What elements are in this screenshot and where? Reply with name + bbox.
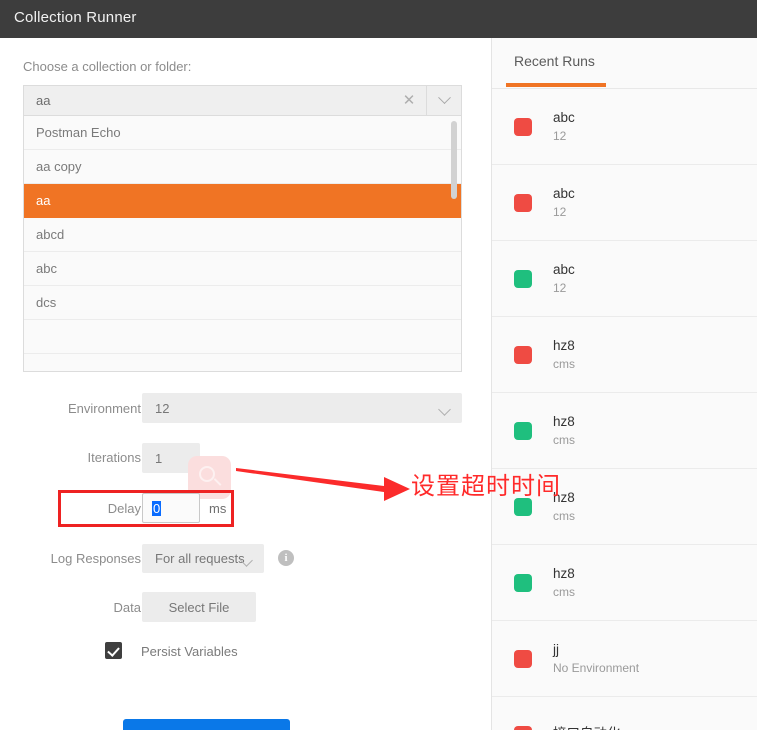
select-file-button[interactable]: Select File	[142, 592, 256, 622]
status-badge	[514, 649, 532, 668]
run-name: abc	[553, 109, 575, 125]
collection-select-input[interactable]: aa ✕	[23, 85, 462, 116]
log-responses-select[interactable]: For all requests	[142, 544, 264, 573]
run-environment: cms	[553, 432, 575, 447]
run-environment: 12	[553, 204, 567, 219]
run-info: hz8 cms	[553, 337, 575, 373]
annotation-text: 设置超时时间	[411, 472, 561, 500]
status-badge	[514, 193, 532, 212]
run-environment: 12	[553, 280, 567, 295]
persist-variables-label: Persist Variables	[141, 644, 238, 659]
collection-runner-window: Collection Runner Choose a collection or…	[0, 0, 757, 730]
list-item[interactable]: abc 12	[492, 89, 757, 165]
list-item[interactable]: Postman Echo	[24, 116, 461, 150]
annotation-arrow	[236, 468, 410, 501]
window-titlebar: Collection Runner	[0, 0, 757, 38]
environment-value: 12	[155, 400, 170, 416]
chevron-down-icon	[240, 553, 253, 568]
run-info: abc 12	[553, 185, 575, 221]
annotation-highlight-box	[58, 490, 234, 527]
environment-select[interactable]: 12	[142, 393, 462, 423]
iterations-value: 1	[155, 450, 163, 466]
collection-dropdown-list[interactable]: Postman Echo aa copy aa abcd abc dcs	[23, 116, 462, 372]
log-responses-label: Log Responses	[50, 551, 141, 566]
status-badge	[514, 269, 532, 288]
list-item[interactable]: abcd	[24, 218, 461, 252]
list-item[interactable]: abc 12	[492, 165, 757, 241]
run-name: hz8	[553, 337, 575, 353]
run-environment: cms	[553, 584, 575, 599]
run-environment: cms	[553, 508, 575, 523]
start-run-button[interactable]: Start Run	[123, 719, 290, 730]
status-badge	[514, 573, 532, 592]
runner-config-pane: Choose a collection or folder: aa ✕ Post…	[0, 38, 491, 730]
persist-variables-checkbox[interactable]	[105, 642, 122, 659]
dropdown-scrollbar-thumb[interactable]	[451, 121, 457, 199]
run-name: abc	[553, 185, 575, 201]
list-item[interactable]: hz8 cms	[492, 545, 757, 621]
run-info: hz8 cms	[553, 413, 575, 449]
list-item[interactable]: jj No Environment	[492, 621, 757, 697]
run-name: jj	[553, 641, 559, 657]
info-icon[interactable]: i	[278, 550, 294, 566]
list-item[interactable]: hz8 cms	[492, 317, 757, 393]
status-badge	[514, 345, 532, 364]
list-item[interactable]: 接口自动化	[492, 697, 757, 730]
run-name: abc	[553, 261, 575, 277]
iterations-label: Iterations	[87, 450, 141, 465]
data-label: Data	[113, 600, 141, 615]
recent-runs-tabbar: Recent Runs	[492, 38, 757, 89]
list-item[interactable]: aa copy	[24, 150, 461, 184]
log-responses-value: For all requests	[155, 551, 245, 566]
run-info: jj No Environment	[553, 641, 639, 677]
list-item-partial[interactable]	[24, 320, 461, 354]
list-item[interactable]: dcs	[24, 286, 461, 320]
list-item[interactable]: abc 12	[492, 241, 757, 317]
run-name: hz8	[553, 565, 575, 581]
run-info: 接口自动化	[553, 725, 621, 730]
choose-collection-label: Choose a collection or folder:	[23, 59, 192, 74]
chevron-down-icon	[438, 402, 451, 417]
tab-active-underline	[506, 83, 606, 87]
list-item[interactable]: hz8 cms	[492, 393, 757, 469]
run-info: abc 12	[553, 261, 575, 297]
tab-recent-runs[interactable]: Recent Runs	[514, 53, 595, 69]
run-environment: No Environment	[553, 660, 640, 675]
environment-label: Environment	[68, 401, 141, 416]
status-badge	[514, 725, 532, 730]
run-info: abc 12	[553, 109, 575, 145]
collection-select-value[interactable]: aa	[24, 93, 392, 108]
run-info: hz8 cms	[553, 565, 575, 601]
list-item[interactable]: abc	[24, 252, 461, 286]
recent-runs-pane: Recent Runs abc 12 abc 12 abc 12 hz8 cms hz8 cms h…	[491, 38, 757, 730]
recent-runs-list: abc 12 abc 12 abc 12 hz8 cms hz8 cms hz8 cms hz8 cms j…	[492, 89, 757, 730]
status-badge	[514, 421, 532, 440]
run-environment: 12	[553, 128, 567, 143]
list-item-selected[interactable]: aa	[24, 184, 461, 218]
run-environment: cms	[553, 356, 575, 371]
status-badge	[514, 117, 532, 136]
page-title: Collection Runner	[14, 9, 137, 26]
run-name: 接口自动化	[553, 725, 621, 730]
chevron-down-icon[interactable]	[427, 91, 461, 105]
clear-icon[interactable]: ✕	[392, 93, 426, 108]
run-name: hz8	[553, 413, 575, 429]
